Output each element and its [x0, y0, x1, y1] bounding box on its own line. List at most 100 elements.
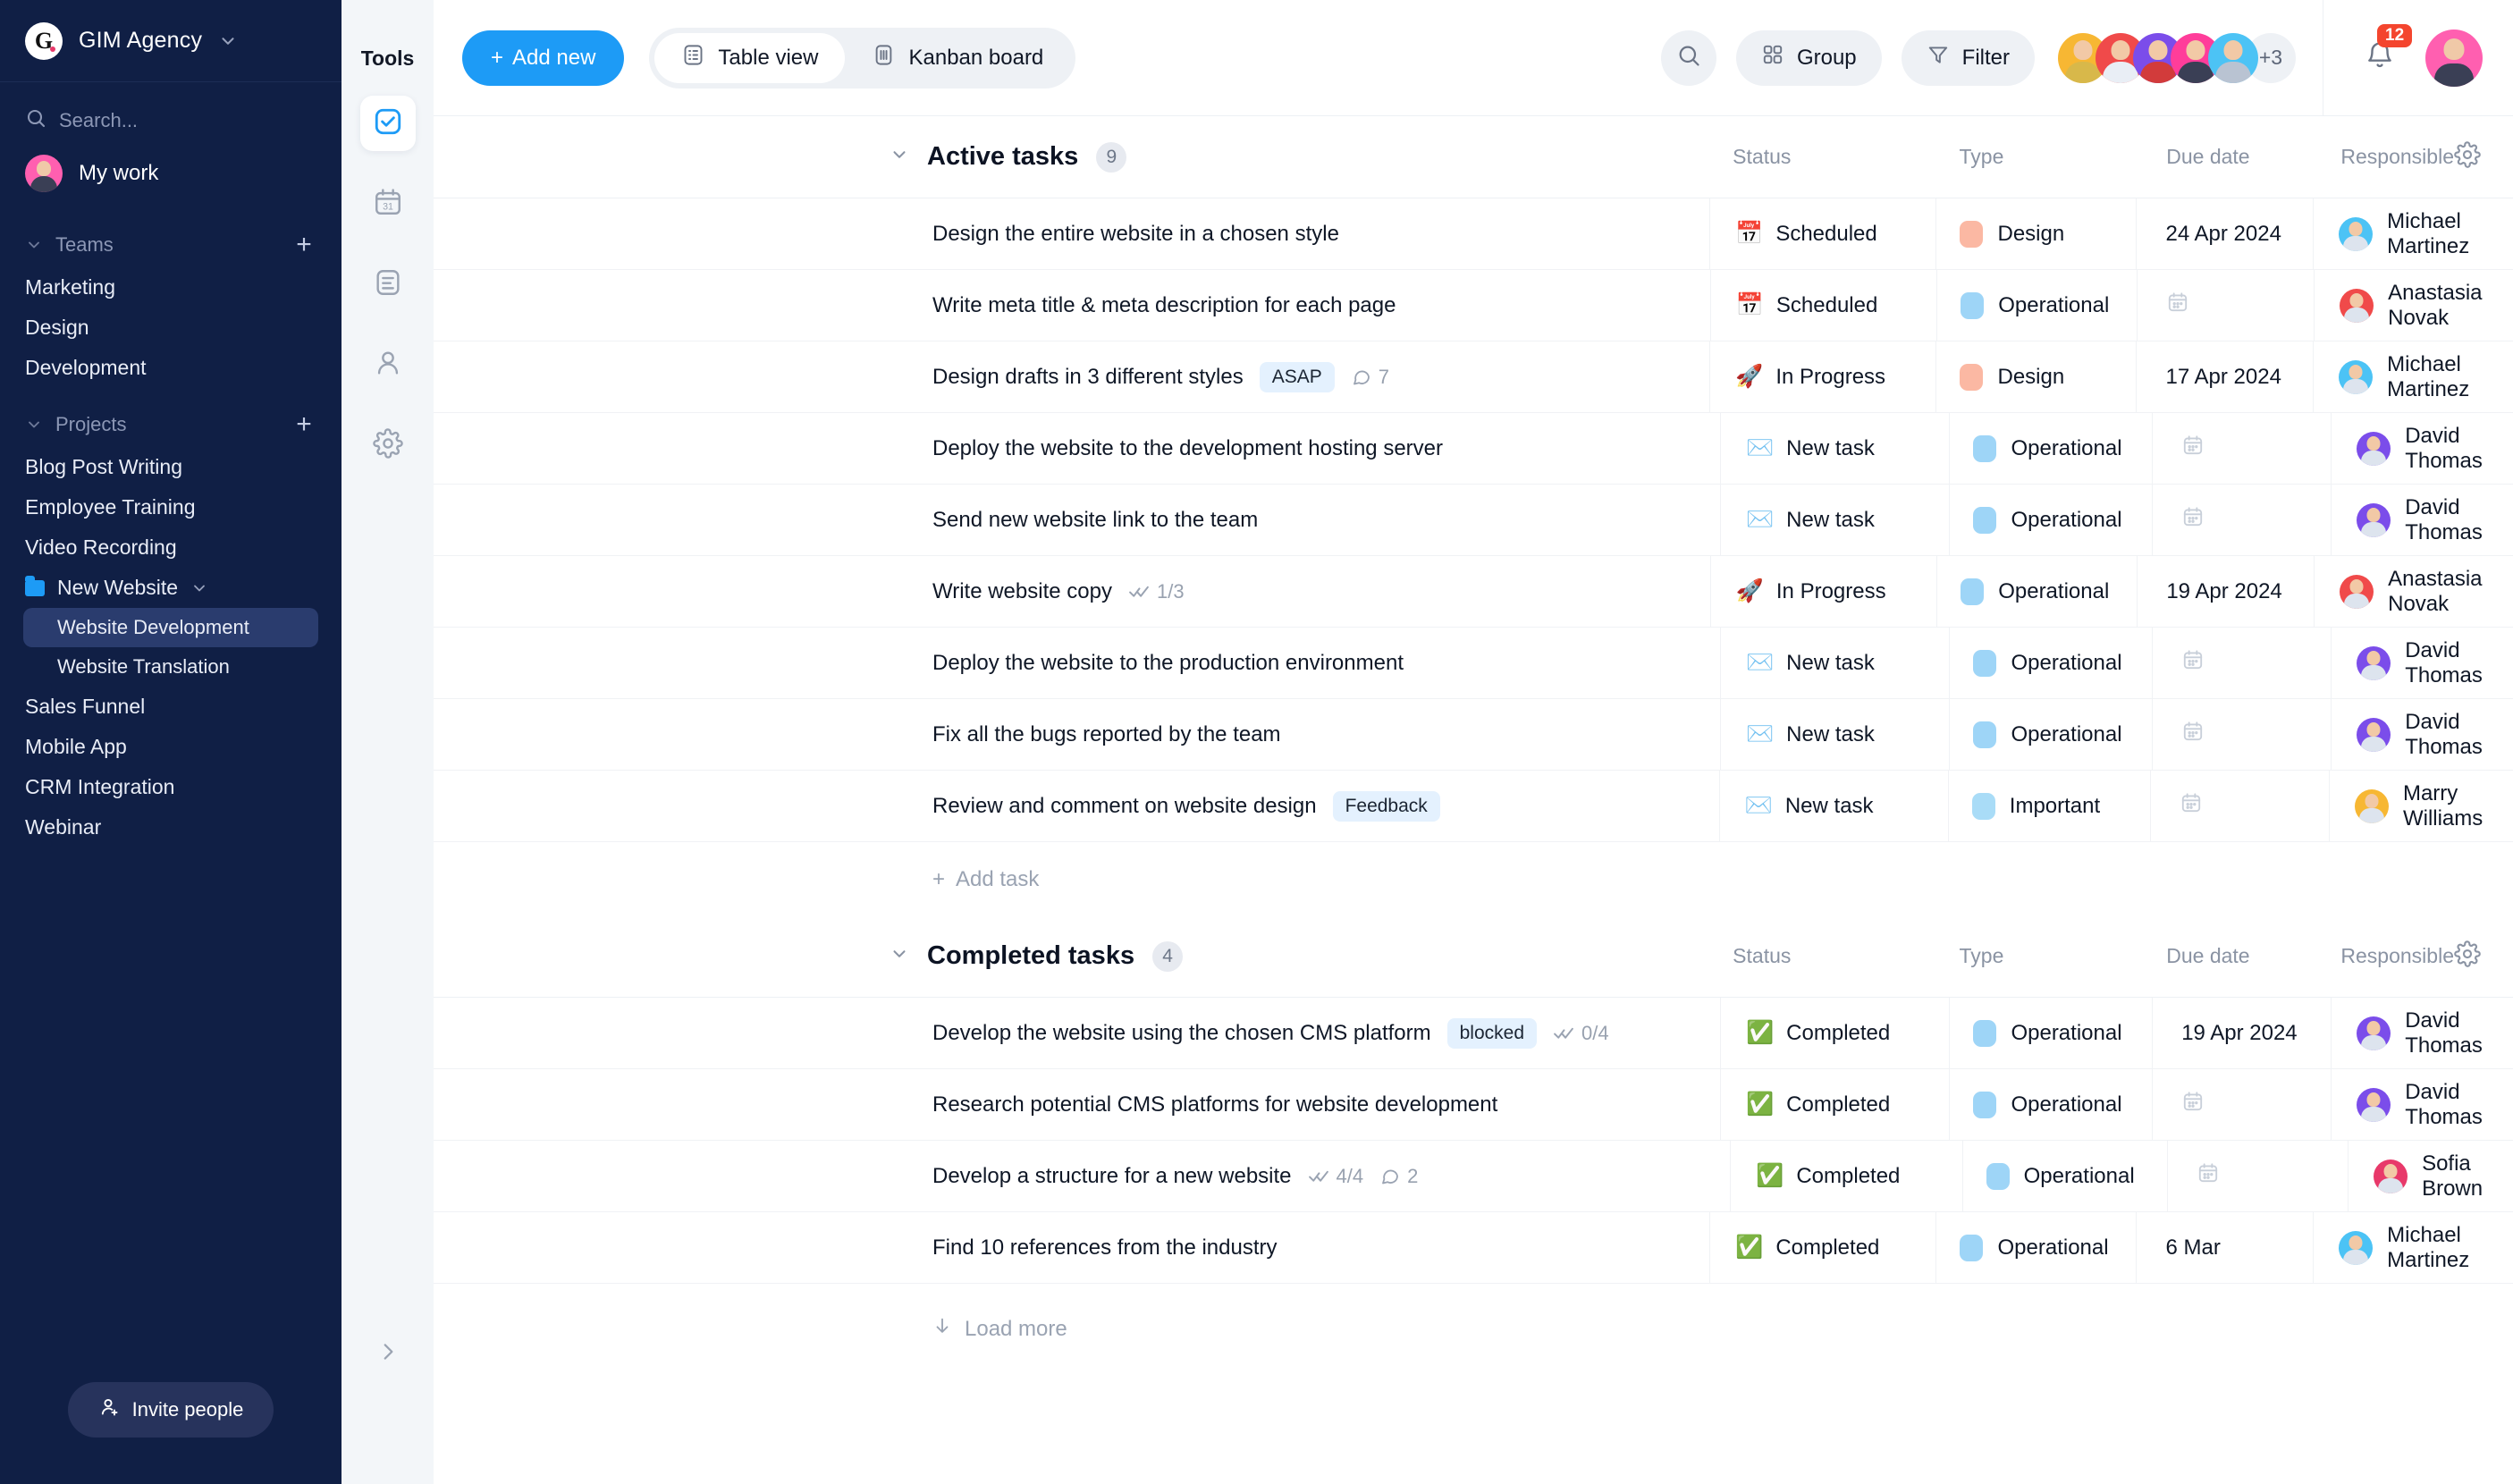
task-status-cell[interactable]: ✉️ New task [1721, 485, 1951, 555]
task-responsible-cell[interactable]: David Thomas [2332, 485, 2513, 555]
calendar-icon[interactable] [2181, 648, 2205, 678]
task-due-date-cell[interactable] [2168, 1141, 2349, 1211]
task-responsible-cell[interactable]: David Thomas [2332, 998, 2513, 1068]
add-project-button[interactable]: + [291, 411, 316, 438]
task-status-cell[interactable]: 📅 Scheduled [1710, 198, 1937, 269]
section-header-completed-tasks[interactable]: Completed tasks 4 Status Type Due date R… [434, 915, 2513, 998]
tool-contacts[interactable] [360, 337, 416, 392]
tool-calendar[interactable]: 31 [360, 176, 416, 232]
task-due-date-cell[interactable] [2153, 1069, 2332, 1140]
sidebar-item-development[interactable]: Development [0, 348, 342, 388]
column-header-responsible[interactable]: Responsible [2315, 944, 2454, 968]
task-type-cell[interactable]: Operational [1963, 1141, 2168, 1211]
chevron-down-icon[interactable] [890, 944, 909, 968]
task-responsible-cell[interactable]: Michael Martinez [2314, 198, 2513, 269]
sidebar-item-new-website[interactable]: New Website [0, 568, 342, 608]
tool-settings[interactable] [360, 417, 416, 473]
table-row[interactable]: Design the entire website in a chosen st… [434, 198, 2513, 270]
table-row[interactable]: Write website copy 1/3 🚀 In Progress Operati… [434, 556, 2513, 628]
table-row[interactable]: Find 10 references from the industry ✅ Com… [434, 1212, 2513, 1284]
task-type-cell[interactable]: Operational [1950, 628, 2154, 698]
column-header-due-date[interactable]: Due date [2138, 944, 2315, 968]
task-type-cell[interactable]: Operational [1950, 485, 2154, 555]
calendar-icon[interactable] [2181, 505, 2205, 535]
task-responsible-cell[interactable]: Sofia Brown [2349, 1141, 2513, 1211]
task-due-date-cell[interactable]: 24 Apr 2024 [2137, 198, 2315, 269]
notifications-button[interactable]: 12 [2365, 24, 2413, 75]
tab-kanban-board[interactable]: Kanban board [845, 33, 1070, 83]
column-header-type[interactable]: Type [1936, 145, 2138, 169]
task-status-cell[interactable]: 🚀 In Progress [1711, 556, 1938, 627]
task-status-cell[interactable]: 📅 Scheduled [1711, 270, 1938, 341]
task-type-cell[interactable]: Operational [1937, 270, 2138, 341]
task-due-date-cell[interactable] [2153, 413, 2332, 484]
task-status-cell[interactable]: ✉️ New task [1721, 628, 1951, 698]
sidebar-item-blog-post-writing[interactable]: Blog Post Writing [0, 447, 342, 487]
task-name-cell[interactable]: Deploy the website to the development ho… [434, 413, 1722, 484]
task-due-date-cell[interactable]: 19 Apr 2024 [2138, 556, 2315, 627]
task-due-date-cell[interactable]: 6 Mar [2137, 1212, 2315, 1283]
search-button[interactable] [1660, 30, 1716, 86]
task-responsible-cell[interactable]: David Thomas [2332, 628, 2513, 698]
task-due-date-cell[interactable] [2153, 485, 2332, 555]
sidebar-item-mobile-app[interactable]: Mobile App [0, 727, 342, 767]
task-due-date-cell[interactable] [2153, 628, 2332, 698]
task-name-cell[interactable]: Develop the website using the chosen CMS… [434, 998, 1722, 1068]
sidebar-item-marketing[interactable]: Marketing [0, 267, 342, 308]
table-row[interactable]: Write meta title & meta description for … [434, 270, 2513, 341]
calendar-icon[interactable] [2181, 720, 2205, 749]
table-row[interactable]: Send new website link to the team ✉️ New t… [434, 485, 2513, 556]
task-name-cell[interactable]: Review and comment on website design Feed… [434, 771, 1720, 841]
task-name-cell[interactable]: Write website copy 1/3 [434, 556, 1711, 627]
sidebar-item-video-recording[interactable]: Video Recording [0, 527, 342, 568]
task-name-cell[interactable]: Design the entire website in a chosen st… [434, 198, 1711, 269]
column-header-due-date[interactable]: Due date [2138, 145, 2315, 169]
table-row[interactable]: Research potential CMS platforms for web… [434, 1069, 2513, 1141]
sidebar-group-teams[interactable]: Teams + [0, 208, 342, 267]
task-responsible-cell[interactable]: Michael Martinez [2314, 1212, 2513, 1283]
table-row[interactable]: Develop a structure for a new website 4/4… [434, 1141, 2513, 1212]
task-name-cell[interactable]: Design drafts in 3 different styles ASAP 7 [434, 341, 1711, 412]
tool-tasks[interactable] [359, 96, 416, 151]
section-header-active-tasks[interactable]: Active tasks 9 Status Type Due date Resp… [434, 116, 2513, 198]
table-row[interactable]: Design drafts in 3 different styles ASAP 7… [434, 341, 2513, 413]
task-responsible-cell[interactable]: Anastasia Novak [2315, 556, 2513, 627]
invite-people-button[interactable]: Invite people [67, 1382, 274, 1438]
task-tag[interactable]: blocked [1446, 1017, 1538, 1049]
table-row[interactable]: Review and comment on website design Feed… [434, 771, 2513, 842]
task-status-cell[interactable]: ✉️ New task [1721, 413, 1951, 484]
avatar[interactable] [2208, 32, 2258, 83]
sidebar-item-website-translation[interactable]: Website Translation [0, 647, 342, 687]
column-settings-button[interactable] [2454, 940, 2513, 972]
task-status-cell[interactable]: ✉️ New task [1720, 771, 1949, 841]
task-status-cell[interactable]: 🚀 In Progress [1710, 341, 1937, 412]
add-team-button[interactable]: + [291, 232, 316, 258]
column-header-status[interactable]: Status [1708, 145, 1935, 169]
sidebar-item-crm-integration[interactable]: CRM Integration [0, 767, 342, 807]
task-tag[interactable]: Feedback [1332, 790, 1440, 822]
sidebar-item-design[interactable]: Design [0, 308, 342, 348]
task-status-cell[interactable]: ✉️ New task [1721, 699, 1951, 770]
task-responsible-cell[interactable]: David Thomas [2332, 413, 2513, 484]
task-type-cell[interactable]: Operational [1950, 413, 2154, 484]
add-task-button[interactable]: + Add task [434, 842, 2513, 915]
calendar-icon[interactable] [2181, 1090, 2205, 1119]
sidebar-item-employee-training[interactable]: Employee Training [0, 487, 342, 527]
task-responsible-cell[interactable]: Anastasia Novak [2315, 270, 2513, 341]
task-responsible-cell[interactable]: Michael Martinez [2314, 341, 2513, 412]
task-name-cell[interactable]: Research potential CMS platforms for web… [434, 1069, 1722, 1140]
table-row[interactable]: Deploy the website to the production env… [434, 628, 2513, 699]
task-due-date-cell[interactable] [2138, 270, 2315, 341]
task-name-cell[interactable]: Develop a structure for a new website 4/4… [434, 1141, 1732, 1211]
calendar-icon[interactable] [2180, 791, 2203, 821]
task-name-cell[interactable]: Fix all the bugs reported by the team [434, 699, 1722, 770]
sidebar-item-sales-funnel[interactable]: Sales Funnel [0, 687, 342, 727]
task-responsible-cell[interactable]: Marry Williams [2330, 771, 2513, 841]
task-type-cell[interactable]: Operational [1937, 556, 2138, 627]
task-type-cell[interactable]: Operational [1950, 1069, 2154, 1140]
table-row[interactable]: Develop the website using the chosen CMS… [434, 998, 2513, 1069]
task-due-date-cell[interactable] [2151, 771, 2330, 841]
task-type-cell[interactable]: Design [1936, 341, 2138, 412]
task-status-cell[interactable]: ✅ Completed [1710, 1212, 1937, 1283]
column-header-responsible[interactable]: Responsible [2315, 145, 2454, 169]
